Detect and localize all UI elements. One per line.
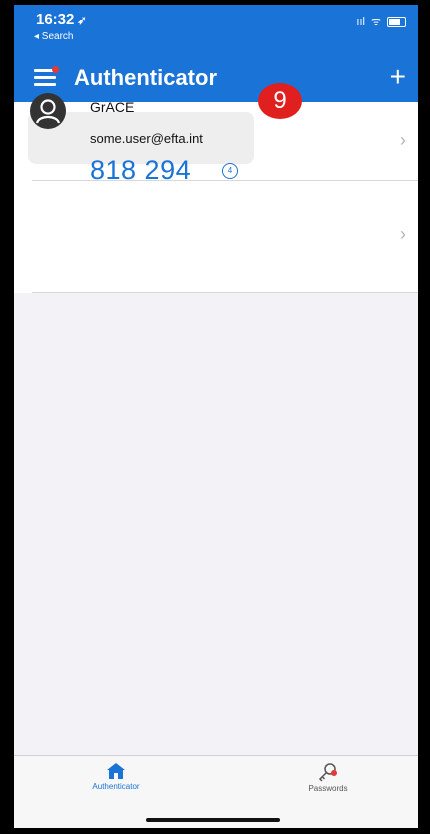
avatar-icon — [30, 93, 66, 129]
chevron-right-icon: › — [400, 224, 406, 244]
tab-bar: Authenticator Passwords — [14, 755, 418, 828]
location-icon: ➶ — [77, 15, 87, 27]
add-account-button[interactable]: + — [390, 61, 406, 93]
tab-authenticator[interactable]: Authenticator — [56, 762, 176, 791]
row-divider — [32, 292, 418, 293]
notification-dot-icon — [52, 66, 59, 73]
wifi-icon: ᯤ — [370, 16, 381, 28]
chevron-right-icon: › — [400, 130, 406, 150]
otp-code[interactable]: 818 294 — [90, 155, 191, 186]
countdown-timer-icon: 4 — [222, 163, 238, 179]
step-number-badge: 9 — [258, 83, 302, 119]
menu-line-icon — [34, 76, 56, 79]
status-bar-time: 16:32 ➶ — [36, 11, 87, 28]
key-icon — [318, 763, 337, 782]
battery-icon — [387, 16, 406, 27]
account-list: › › — [14, 102, 418, 293]
hamburger-menu-button[interactable] — [34, 66, 59, 87]
tab-authenticator-label: Authenticator — [92, 782, 140, 791]
back-to-search-link[interactable]: ◂ Search — [34, 31, 73, 42]
account-row-grace[interactable]: › — [14, 180, 418, 293]
tab-passwords-label: Passwords — [308, 784, 348, 793]
menu-line-icon — [34, 83, 56, 86]
status-icons: ııl ᯤ — [356, 14, 406, 29]
account-email: some.user@efta.int — [90, 131, 203, 146]
account-name: GrACE — [90, 99, 135, 115]
page-title: Authenticator — [74, 65, 217, 90]
status-time-text: 16:32 — [36, 11, 75, 28]
app-header: 16:32 ➶ ◂ Search ııl ᯤ Authenticator + — [14, 5, 418, 102]
account-row-placeholder[interactable]: › — [14, 102, 418, 180]
tab-passwords[interactable]: Passwords — [268, 762, 388, 793]
signal-icon: ııl — [356, 15, 365, 28]
home-indicator[interactable] — [146, 818, 280, 822]
phone-screen: 16:32 ➶ ◂ Search ııl ᯤ Authenticator + › … — [14, 5, 418, 828]
home-icon — [107, 763, 125, 779]
